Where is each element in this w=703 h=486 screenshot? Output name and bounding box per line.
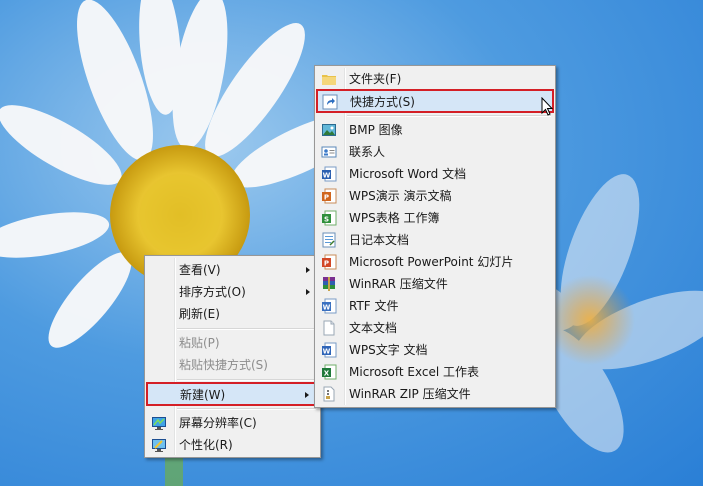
word-document-icon: W: [321, 166, 337, 182]
menu-separator: [177, 408, 316, 410]
svg-text:S: S: [324, 216, 329, 224]
excel-worksheet-icon: X: [321, 364, 337, 380]
menu-item-label: 粘贴(P): [179, 336, 220, 350]
menu-item-label: 日记本文档: [349, 233, 410, 247]
personalize-icon: [151, 437, 167, 453]
new-item-rtf-file[interactable]: W RTF 文件: [317, 295, 553, 317]
menu-item-label: WPS演示 演示文稿: [349, 189, 452, 203]
rtf-file-icon: W: [321, 298, 337, 314]
new-item-contact[interactable]: 联系人: [317, 141, 553, 163]
menu-item-label: 屏幕分辨率(C): [179, 416, 257, 430]
menu-item-view[interactable]: 查看(V): [147, 259, 318, 281]
new-item-text-document[interactable]: 文本文档: [317, 317, 553, 339]
journal-document-icon: [321, 232, 337, 248]
new-item-folder[interactable]: 文件夹(F): [317, 68, 553, 90]
bmp-image-icon: [321, 122, 337, 138]
menu-separator: [177, 379, 316, 381]
new-item-bmp-image[interactable]: BMP 图像: [317, 119, 553, 141]
desktop-context-menu: 查看(V) 排序方式(O) 刷新(E) 粘贴(P) 粘贴快捷方式(S) 新建(W…: [144, 255, 321, 458]
folder-icon: [321, 71, 337, 87]
powerpoint-icon: P: [321, 254, 337, 270]
shortcut-icon: [322, 94, 338, 110]
svg-text:W: W: [323, 304, 331, 312]
menu-item-label: 文本文档: [349, 321, 398, 335]
svg-text:P: P: [324, 260, 329, 268]
new-item-winrar-zip[interactable]: WinRAR ZIP 压缩文件: [317, 383, 553, 405]
menu-item-label: WinRAR 压缩文件: [349, 277, 448, 291]
svg-text:W: W: [323, 348, 331, 356]
menu-item-label: 新建(W): [180, 388, 226, 402]
mouse-cursor-icon: [541, 97, 554, 116]
new-item-powerpoint[interactable]: P Microsoft PowerPoint 幻灯片: [317, 251, 553, 273]
winrar-zip-icon: [321, 386, 337, 402]
menu-item-label: WPS文字 文档: [349, 343, 428, 357]
menu-item-new[interactable]: 新建(W): [146, 382, 319, 406]
contact-icon: [321, 144, 337, 160]
wps-spreadsheet-icon: S: [321, 210, 337, 226]
menu-item-screen-resolution[interactable]: 屏幕分辨率(C): [147, 412, 318, 434]
menu-item-label: Microsoft Word 文档: [349, 167, 467, 181]
text-document-icon: [321, 320, 337, 336]
menu-item-label: RTF 文件: [349, 299, 399, 313]
menu-item-label: 刷新(E): [179, 307, 220, 321]
menu-item-label: 粘贴快捷方式(S): [179, 358, 268, 372]
menu-separator: [347, 115, 551, 117]
screen-resolution-icon: [151, 415, 167, 431]
new-item-journal-document[interactable]: 日记本文档: [317, 229, 553, 251]
new-submenu: 文件夹(F) 快捷方式(S) BMP 图像 联系人 W Microsoft Wo…: [314, 65, 556, 408]
menu-item-label: 文件夹(F): [349, 72, 402, 86]
menu-item-label: 联系人: [349, 145, 386, 159]
new-item-shortcut[interactable]: 快捷方式(S): [316, 89, 554, 113]
menu-item-label: Microsoft PowerPoint 幻灯片: [349, 255, 514, 269]
svg-text:P: P: [324, 194, 329, 202]
new-item-winrar-archive[interactable]: WinRAR 压缩文件: [317, 273, 553, 295]
wps-presentation-icon: P: [321, 188, 337, 204]
menu-item-sort-by[interactable]: 排序方式(O): [147, 281, 318, 303]
winrar-archive-icon: [321, 276, 337, 292]
svg-text:W: W: [323, 172, 331, 180]
menu-item-label: WPS表格 工作簿: [349, 211, 440, 225]
menu-item-refresh[interactable]: 刷新(E): [147, 303, 318, 325]
menu-item-paste: 粘贴(P): [147, 332, 318, 354]
menu-item-label: 查看(V): [179, 263, 221, 277]
menu-item-label: Microsoft Excel 工作表: [349, 365, 480, 379]
menu-item-paste-shortcut: 粘贴快捷方式(S): [147, 354, 318, 376]
new-item-wps-spreadsheet[interactable]: S WPS表格 工作簿: [317, 207, 553, 229]
menu-separator: [177, 328, 316, 330]
new-item-excel-worksheet[interactable]: X Microsoft Excel 工作表: [317, 361, 553, 383]
new-item-wps-writer[interactable]: W WPS文字 文档: [317, 339, 553, 361]
menu-item-label: WinRAR ZIP 压缩文件: [349, 387, 471, 401]
submenu-arrow-icon: [306, 267, 310, 273]
menu-item-label: BMP 图像: [349, 123, 403, 137]
wps-writer-icon: W: [321, 342, 337, 358]
menu-item-label: 排序方式(O): [179, 285, 246, 299]
new-item-wps-presentation[interactable]: P WPS演示 演示文稿: [317, 185, 553, 207]
menu-item-label: 个性化(R): [179, 438, 233, 452]
menu-item-personalize[interactable]: 个性化(R): [147, 434, 318, 456]
submenu-arrow-icon: [306, 289, 310, 295]
svg-text:X: X: [324, 370, 330, 378]
submenu-arrow-icon: [305, 392, 309, 398]
menu-item-label: 快捷方式(S): [350, 95, 415, 109]
new-item-word-document[interactable]: W Microsoft Word 文档: [317, 163, 553, 185]
